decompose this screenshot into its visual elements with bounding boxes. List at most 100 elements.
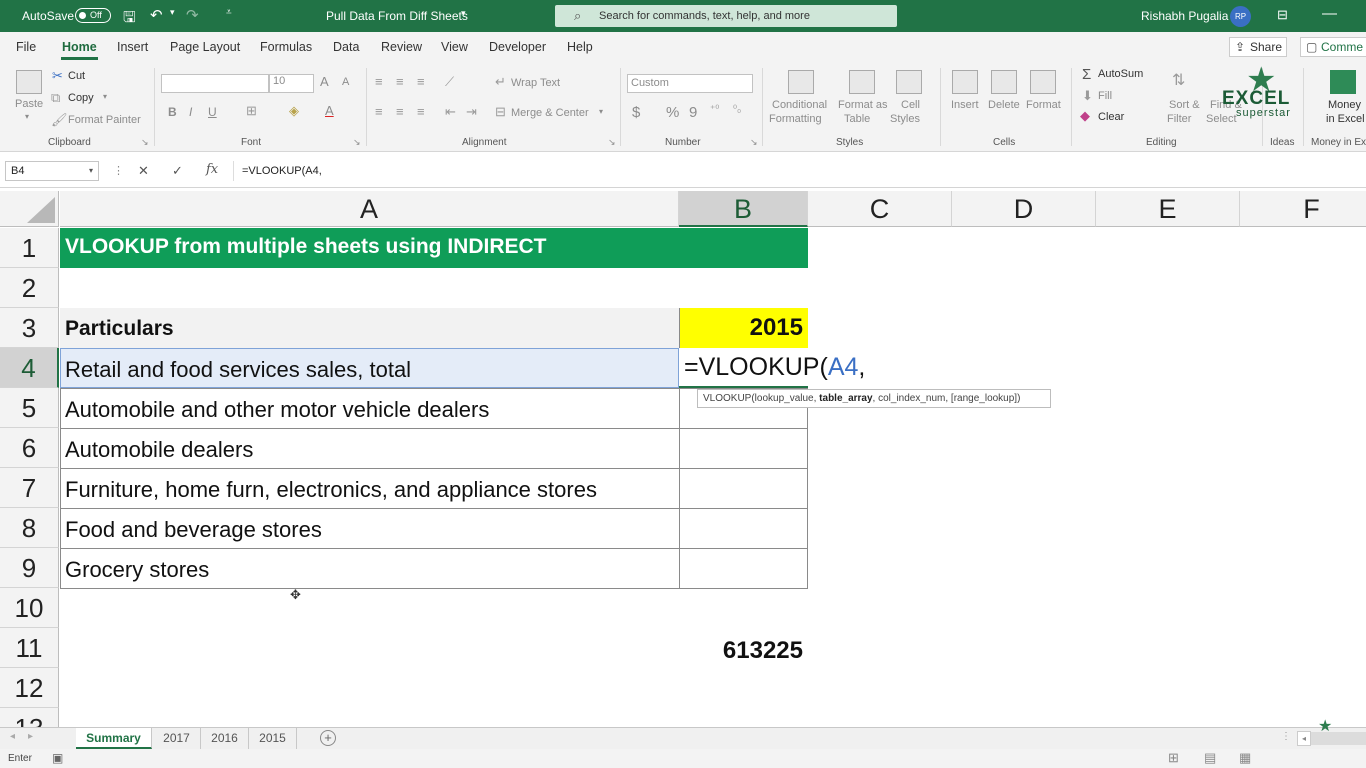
fill-color-icon[interactable]: ◈ <box>289 103 299 119</box>
clear-button[interactable]: Clear <box>1098 111 1124 123</box>
document-title[interactable]: Pull Data From Diff Sheets <box>326 9 468 23</box>
format-painter-button[interactable]: Format Painter <box>68 114 141 126</box>
clipboard-launcher-icon[interactable]: ↘ <box>141 137 149 148</box>
add-sheet-button[interactable]: + <box>320 730 336 746</box>
title-banner[interactable]: VLOOKUP from multiple sheets using INDIR… <box>60 228 808 268</box>
sort-filter-button[interactable]: Sort & <box>1169 99 1200 111</box>
increase-indent-icon[interactable]: ⇥ <box>466 104 477 120</box>
font-name-select[interactable] <box>161 74 269 93</box>
conditional-formatting-button[interactable]: Conditional <box>772 99 827 111</box>
row-header-9[interactable]: 9 <box>0 548 59 588</box>
hscroll-left-icon[interactable]: ◂ <box>1297 731 1311 746</box>
row-header-1[interactable]: 1 <box>0 228 59 268</box>
money-in-excel-button-line2[interactable]: in Excel <box>1326 113 1365 125</box>
sort-filter-button-line2[interactable]: Filter <box>1167 113 1191 125</box>
align-left-icon[interactable]: ≡ <box>375 104 383 119</box>
paste-dropdown-icon[interactable]: ▾ <box>25 112 29 121</box>
undo-dropdown-icon[interactable]: ▾ <box>170 7 175 18</box>
merge-center-button[interactable]: Merge & Center <box>511 107 589 119</box>
copy-dropdown-icon[interactable]: ▾ <box>103 92 107 101</box>
undo-icon[interactable]: ↶ <box>150 6 163 24</box>
tab-developer[interactable]: Developer <box>489 40 546 54</box>
font-color-button[interactable]: A <box>325 103 334 118</box>
row-header-7[interactable]: 7 <box>0 468 59 508</box>
search-box[interactable]: ⌕ Search for commands, text, help, and m… <box>555 5 897 27</box>
decrease-decimal-icon[interactable]: ⁰₀ <box>733 104 741 115</box>
align-center-icon[interactable]: ≡ <box>396 104 404 119</box>
currency-button[interactable]: $ <box>632 104 640 121</box>
avatar[interactable]: RP <box>1230 6 1251 27</box>
cell-styles-button-line2[interactable]: Styles <box>890 113 920 125</box>
money-in-excel-button[interactable]: Money <box>1328 99 1361 111</box>
format-cells-button[interactable]: Format <box>1026 99 1061 111</box>
macro-recording-icon[interactable]: ▣ <box>52 751 63 765</box>
column-header-a[interactable]: A <box>60 191 679 227</box>
cell-b4-formula[interactable]: =VLOOKUP(A4, <box>684 353 865 382</box>
redo-icon[interactable]: ↷ <box>186 6 199 24</box>
cell-a8[interactable]: Food and beverage stores <box>60 517 322 543</box>
formula-bar-options-icon[interactable]: ⋮ <box>113 164 124 177</box>
column-header-d[interactable]: D <box>952 191 1096 227</box>
name-box-dropdown-icon[interactable]: ▾ <box>89 162 93 180</box>
cell-a5[interactable]: Automobile and other motor vehicle deale… <box>60 397 489 423</box>
number-format-select[interactable]: Custom <box>627 74 753 93</box>
merge-dropdown-icon[interactable]: ▾ <box>599 107 603 116</box>
sheet-tab-summary[interactable]: Summary <box>76 728 152 749</box>
tab-data[interactable]: Data <box>333 40 359 54</box>
row-header-5[interactable]: 5 <box>0 388 59 428</box>
tab-file[interactable]: File <box>16 40 36 54</box>
paste-button[interactable]: Paste <box>15 98 43 110</box>
delete-cells-button[interactable]: Delete <box>988 99 1020 111</box>
tab-split-handle-icon[interactable]: ⋮ <box>1281 731 1291 742</box>
cell-a3[interactable]: Particulars <box>60 317 174 341</box>
row-header-12[interactable]: 12 <box>0 668 59 708</box>
cell-a4[interactable]: Retail and food services sales, total <box>60 357 411 383</box>
format-as-table-button-line2[interactable]: Table <box>844 113 870 125</box>
orientation-icon[interactable]: ⟋ <box>445 74 454 90</box>
column-header-c[interactable]: C <box>808 191 952 227</box>
tab-scroll-left-icon[interactable]: ◂ <box>10 731 15 742</box>
borders-icon[interactable]: ⊞ <box>246 103 257 119</box>
row-header-2[interactable]: 2 <box>0 268 59 308</box>
insert-function-icon[interactable]: fx <box>206 162 218 177</box>
row-header-11[interactable]: 11 <box>0 628 59 668</box>
confirm-entry-icon[interactable]: ✓ <box>172 163 183 179</box>
copy-button[interactable]: Copy <box>68 92 94 104</box>
number-launcher-icon[interactable]: ↘ <box>750 137 758 148</box>
align-top-icon[interactable]: ≡ <box>375 74 383 89</box>
share-button[interactable]: ⇪ Share <box>1229 37 1287 57</box>
comments-button[interactable]: ▢ Comme <box>1300 37 1366 57</box>
page-layout-view-icon[interactable]: ▤ <box>1204 750 1216 766</box>
format-as-table-button[interactable]: Format as <box>838 99 888 111</box>
cancel-entry-icon[interactable]: ✕ <box>138 163 149 179</box>
row-header-4[interactable]: 4 <box>0 348 59 388</box>
font-size-select[interactable]: 10 <box>269 74 314 93</box>
normal-view-icon[interactable]: ⊞ <box>1168 750 1179 766</box>
tab-view[interactable]: View <box>441 40 468 54</box>
user-name[interactable]: Rishabh Pugalia <box>1141 9 1228 23</box>
save-icon[interactable]: 🖫 <box>123 7 136 32</box>
align-bottom-icon[interactable]: ≡ <box>417 74 425 89</box>
font-launcher-icon[interactable]: ↘ <box>353 137 361 148</box>
underline-button[interactable]: U <box>208 105 217 119</box>
sheet-tab-2017[interactable]: 2017 <box>153 728 201 749</box>
formula-input[interactable]: =VLOOKUP(A4, <box>233 161 1363 181</box>
increase-decimal-icon[interactable]: ⁺⁰ <box>710 104 719 115</box>
row-header-3[interactable]: 3 <box>0 308 59 348</box>
bold-button[interactable]: B <box>168 105 177 119</box>
comma-button[interactable]: 9 <box>689 104 697 121</box>
tab-help[interactable]: Help <box>567 40 593 54</box>
tab-home[interactable]: Home <box>62 40 97 54</box>
cut-button[interactable]: Cut <box>68 70 85 82</box>
title-dropdown-icon[interactable]: ▾ <box>461 8 466 19</box>
cell-a6[interactable]: Automobile dealers <box>60 437 253 463</box>
alignment-launcher-icon[interactable]: ↘ <box>608 137 616 148</box>
percent-button[interactable]: % <box>666 104 679 121</box>
row-header-6[interactable]: 6 <box>0 428 59 468</box>
tab-formulas[interactable]: Formulas <box>260 40 312 54</box>
row-header-10[interactable]: 10 <box>0 588 59 628</box>
shrink-font-button[interactable]: A <box>342 76 349 88</box>
insert-cells-button[interactable]: Insert <box>951 99 979 111</box>
row-header-8[interactable]: 8 <box>0 508 59 548</box>
autosave-toggle[interactable]: Off <box>75 8 111 23</box>
